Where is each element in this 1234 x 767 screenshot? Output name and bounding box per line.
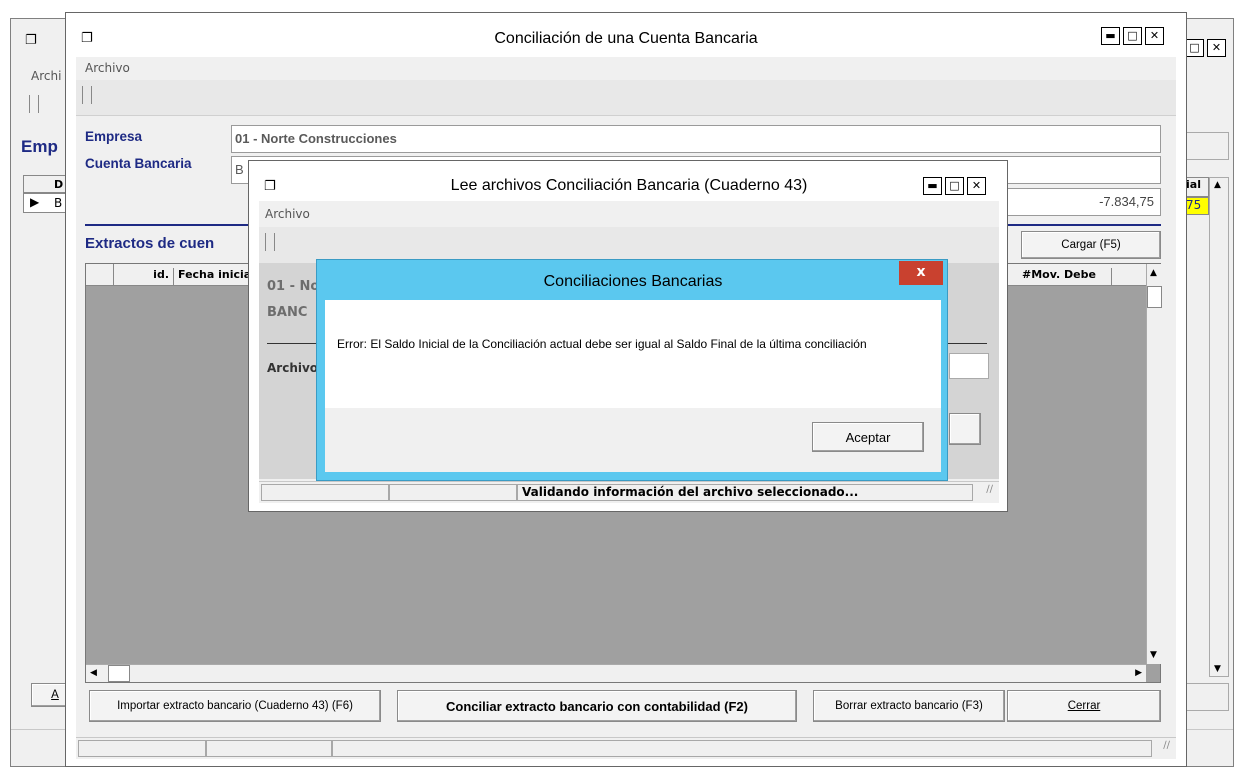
resize-grip-icon[interactable]: ∕∕	[1163, 740, 1170, 751]
conciliar-button[interactable]: Conciliar extracto bancario con contabil…	[397, 690, 797, 722]
scroll-left-icon[interactable]: ◀	[90, 668, 97, 678]
lee-title: Lee archivos Conciliación Bancaria (Cuad…	[450, 177, 808, 194]
empresa-field[interactable]: 01 - Norte Construcciones	[231, 125, 1161, 153]
close-button[interactable]: ✕	[1207, 39, 1226, 57]
borrar-button[interactable]: Borrar extracto bancario (F3)	[813, 690, 1005, 722]
scroll-right-icon[interactable]: ▶	[1135, 668, 1142, 678]
dialog-title: Conciliaciones Bancarias	[543, 273, 723, 290]
main-title-bar: ❐ Conciliación de una Cuenta Bancaria ▬ …	[66, 13, 1186, 57]
maximize-button[interactable]: □	[1123, 27, 1142, 45]
col-mov-debe[interactable]: #Mov. Debe	[1022, 268, 1112, 286]
right-scrollbar[interactable]: ▲ ▼	[1209, 177, 1229, 677]
resize-grip-icon[interactable]: ∕∕	[986, 484, 993, 495]
right-bottom-field	[1185, 683, 1229, 711]
heading-empresa: Emp	[21, 137, 58, 156]
dialog-footer: Aceptar	[325, 408, 941, 472]
scroll-down-icon[interactable]: ▼	[1150, 650, 1157, 660]
lee-statusbar: Validando información del archivo selecc…	[259, 481, 999, 501]
cerrar-button[interactable]: Cerrar	[1007, 690, 1161, 722]
toolbar	[259, 227, 999, 263]
menu-archivo[interactable]: Archivo	[85, 61, 130, 75]
right-highlight-cell: 75	[1185, 197, 1209, 215]
scroll-up-icon[interactable]: ▲	[1214, 180, 1221, 190]
window-icon: ❐	[25, 33, 37, 48]
saldo-field: -7.834,75	[1006, 188, 1161, 216]
scroll-thumb[interactable]	[108, 665, 130, 682]
error-dialog: Conciliaciones Bancarias x Error: El Sal…	[316, 259, 948, 481]
dialog-body: Error: El Saldo Inicial de la Conciliaci…	[325, 300, 941, 408]
minimize-button[interactable]: ▬	[1101, 27, 1120, 45]
lee-status-text: Validando información del archivo selecc…	[517, 484, 973, 501]
row-pointer-icon: ▶	[30, 195, 40, 209]
lee-line1: 01 - No	[267, 279, 320, 294]
minimize-button[interactable]: ▬	[923, 177, 942, 195]
cuenta-label: Cuenta Bancaria	[85, 156, 192, 171]
grid-vscroll[interactable]: ▲ ▼	[1146, 264, 1162, 664]
toolbar-grip	[82, 86, 92, 104]
scroll-up-icon[interactable]: ▲	[1150, 268, 1157, 278]
aceptar-button[interactable]: Aceptar	[812, 422, 924, 452]
dialog-message: Error: El Saldo Inicial de la Conciliaci…	[337, 337, 867, 351]
archivo-field[interactable]	[949, 353, 989, 379]
cargar-button[interactable]: Cargar (F5)	[1021, 231, 1161, 259]
close-button[interactable]: ✕	[1145, 27, 1164, 45]
menu-archivo[interactable]: Archivo	[265, 207, 310, 221]
col-header: D	[54, 178, 64, 191]
close-button[interactable]: ✕	[967, 177, 986, 195]
grid-header: D	[23, 175, 71, 193]
col-id[interactable]: id.	[114, 268, 174, 286]
main-title: Conciliación de una Cuenta Bancaria	[494, 30, 758, 47]
toolbar-grip	[29, 95, 39, 113]
importar-button[interactable]: Importar extracto bancario (Cuaderno 43)…	[89, 690, 381, 722]
main-statusbar: ∕∕	[76, 737, 1176, 757]
grid-row[interactable]: ▶ B	[23, 193, 71, 213]
toolbar-grip	[265, 233, 275, 251]
scroll-down-icon[interactable]: ▼	[1214, 664, 1221, 674]
row-label: B	[54, 196, 63, 210]
menu-archivo[interactable]: Archi	[31, 69, 61, 83]
col-fecha[interactable]: Fecha inicia	[178, 268, 251, 281]
lee-line2: BANC	[267, 305, 308, 320]
right-field	[1185, 132, 1229, 160]
archivo-label: Archivo	[267, 361, 319, 375]
lee-side-button[interactable]	[949, 413, 981, 445]
extractos-heading: Extractos de cuen	[85, 235, 215, 252]
scroll-thumb[interactable]	[1147, 286, 1162, 308]
maximize-button[interactable]: □	[1185, 39, 1204, 57]
maximize-button[interactable]: □	[945, 177, 964, 195]
right-grid-header: ial	[1185, 177, 1209, 197]
empresa-label: Empresa	[85, 129, 143, 144]
grid-hscroll[interactable]: ◀ ▶	[86, 664, 1146, 682]
dialog-close-button[interactable]: x	[899, 261, 943, 285]
toolbar	[76, 80, 1176, 116]
